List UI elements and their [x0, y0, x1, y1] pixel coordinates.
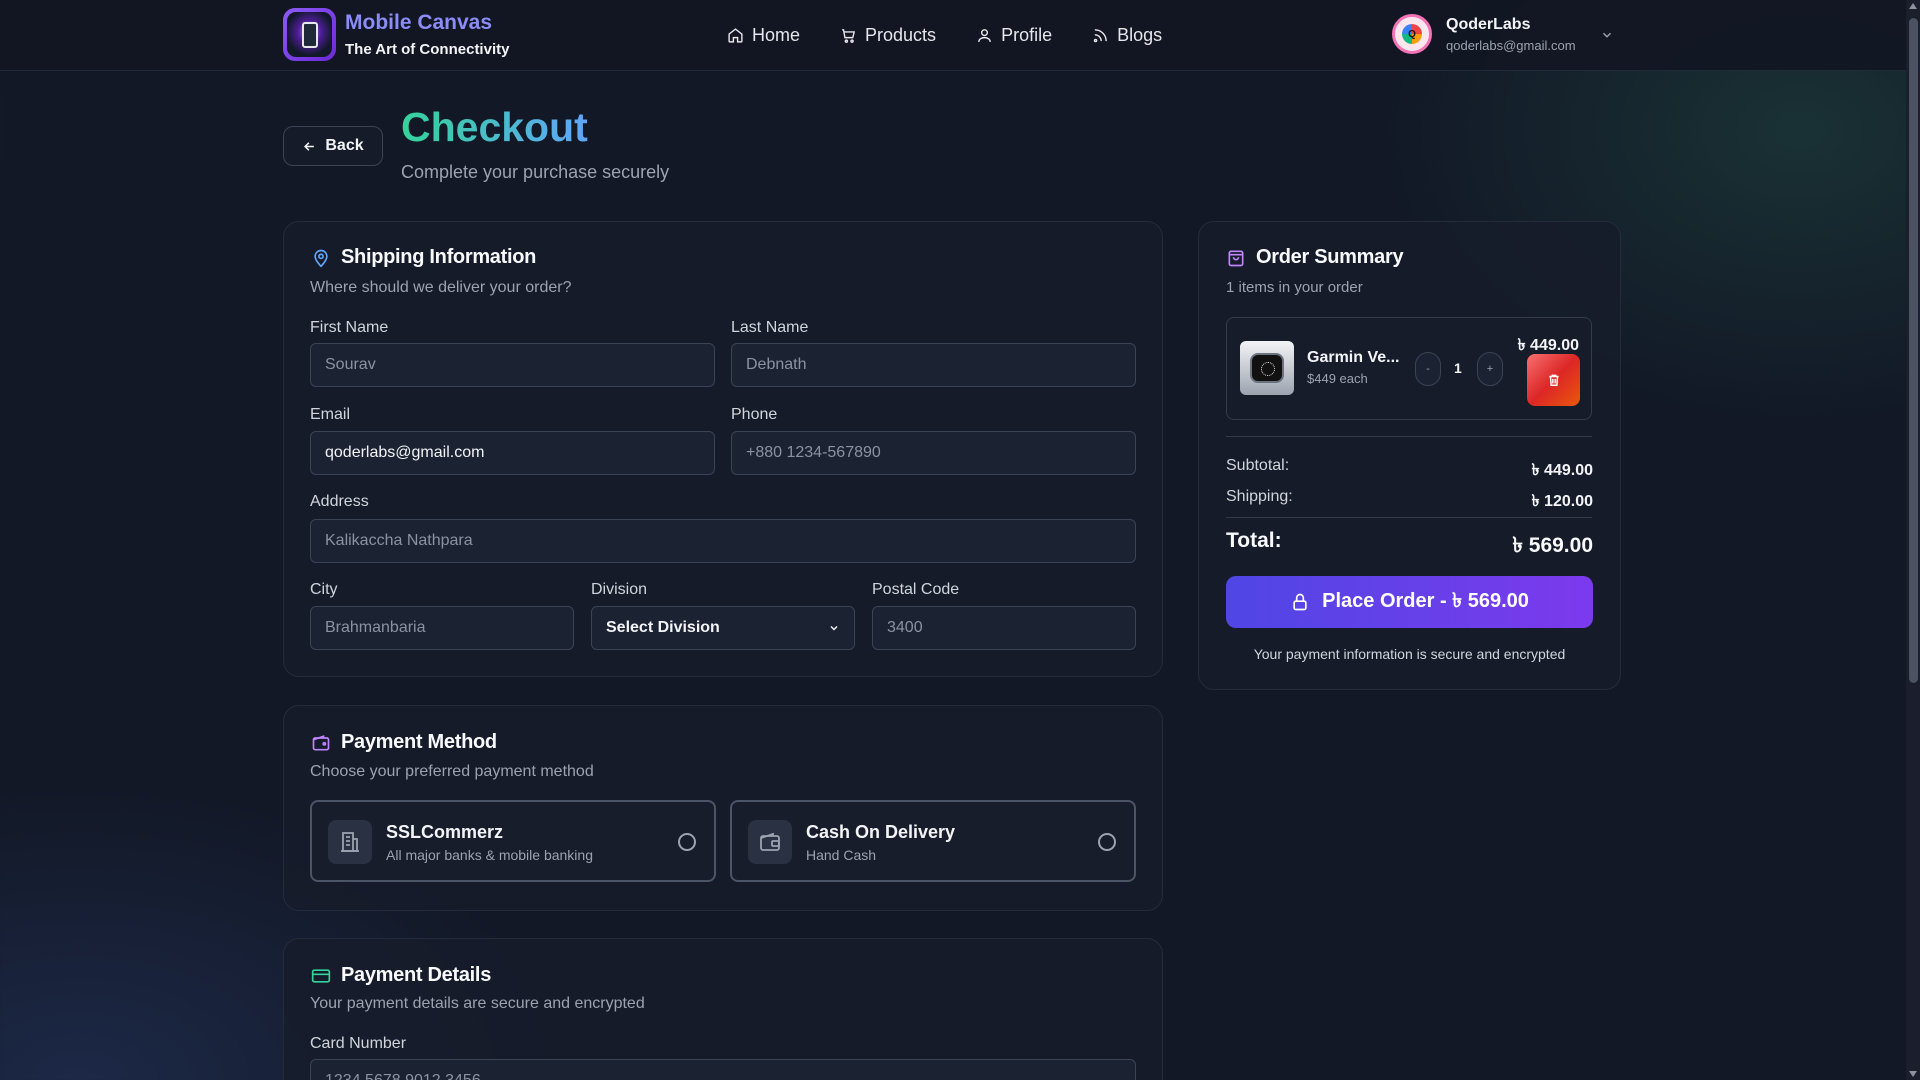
address-field[interactable]: [310, 519, 1136, 563]
scrollbar-thumb[interactable]: [1909, 18, 1918, 683]
total-value: ৳ 569.00: [1512, 534, 1593, 557]
product-name: Garmin Ve...: [1307, 349, 1400, 366]
product-image: [1240, 341, 1294, 395]
brand-tagline: The Art of Connectivity: [345, 41, 510, 58]
summary-divider: [1226, 436, 1592, 437]
last-name-field[interactable]: [731, 343, 1136, 387]
postal-label: Postal Code: [872, 581, 960, 598]
last-name-label: Last Name: [731, 319, 809, 336]
logo-phone-icon: [287, 12, 332, 57]
product-unit-price: $449 each: [1307, 371, 1368, 386]
lock-icon: [1293, 593, 1307, 611]
chevron-down-icon[interactable]: [1600, 28, 1614, 42]
payment-radio-cod[interactable]: [1098, 833, 1116, 851]
order-summary-title: Order Summary: [1256, 246, 1404, 268]
nav-home[interactable]: Home: [727, 22, 800, 48]
total-label: Total:: [1226, 529, 1282, 552]
email-field[interactable]: [310, 431, 715, 475]
card-number-label: Card Number: [310, 1035, 407, 1052]
back-button[interactable]: Back: [283, 126, 383, 166]
nav-blogs[interactable]: Blogs: [1092, 22, 1162, 48]
subtotal-value: ৳ 449.00: [1531, 462, 1593, 479]
nav-profile[interactable]: Profile: [976, 22, 1052, 48]
summary-divider: [1226, 517, 1592, 518]
payment-details-subtitle: Your payment details are secure and encr…: [310, 995, 645, 1012]
place-order-label: Place Order - ৳ 569.00: [1322, 589, 1529, 612]
avatar-letter: Q: [1402, 24, 1422, 44]
shipping-title: Shipping Information: [341, 246, 537, 268]
trash-icon: [1548, 374, 1559, 386]
address-label: Address: [310, 493, 369, 510]
payment-option-desc: Hand Cash: [806, 847, 877, 863]
wallet-icon: [312, 735, 330, 751]
payment-method-title: Payment Method: [341, 731, 497, 753]
city-label: City: [310, 581, 338, 598]
main-nav: Home Products Profile Blogs: [727, 22, 1202, 48]
division-selected: Select Division: [606, 619, 720, 636]
qty-value: 1: [1454, 360, 1462, 376]
city-field[interactable]: [310, 606, 574, 650]
payment-method-subtitle: Choose your preferred payment method: [310, 763, 594, 780]
bank-icon: [328, 820, 372, 864]
payment-option-sslcommerz[interactable]: SSLCommerz All major banks & mobile bank…: [310, 800, 716, 882]
payment-radio-sslcommerz[interactable]: [678, 833, 696, 851]
payment-option-title: Cash On Delivery: [806, 822, 956, 842]
credit-card-icon: [311, 969, 331, 983]
subtotal-label: Subtotal:: [1226, 457, 1290, 474]
division-label: Division: [591, 581, 648, 598]
user-name[interactable]: QoderLabs: [1446, 16, 1530, 34]
brand-logo[interactable]: [283, 8, 336, 61]
page-title: Checkout: [401, 104, 588, 150]
qty-increase-button[interactable]: +: [1477, 352, 1503, 386]
shipping-label: Shipping:: [1226, 488, 1293, 505]
phone-field[interactable]: [731, 431, 1136, 475]
home-icon: [728, 27, 743, 43]
nav-profile-label: Profile: [1001, 24, 1053, 45]
phone-label: Phone: [731, 406, 778, 423]
order-item-count: 1 items in your order: [1226, 279, 1363, 296]
first-name-field[interactable]: [310, 343, 715, 387]
nav-blogs-label: Blogs: [1117, 24, 1163, 45]
nav-products-label: Products: [865, 24, 937, 45]
payment-details-title: Payment Details: [341, 964, 492, 986]
shopping-bag-icon: [1228, 250, 1244, 267]
chevron-down-icon: [830, 625, 838, 631]
scroll-up-icon[interactable]: [1909, 3, 1917, 9]
cart-icon: [842, 28, 856, 43]
rss-icon: [1093, 28, 1107, 42]
payment-option-title: SSLCommerz: [386, 822, 504, 842]
page-subtitle: Complete your purchase securely: [401, 162, 670, 182]
qty-decrease-button[interactable]: -: [1415, 352, 1441, 386]
delete-item-button[interactable]: [1527, 354, 1580, 406]
user-icon: [978, 28, 991, 42]
first-name-label: First Name: [310, 319, 389, 336]
map-pin-icon: [314, 249, 328, 268]
scrollbar[interactable]: [1906, 0, 1920, 1080]
brand-name[interactable]: Mobile Canvas: [345, 11, 492, 35]
user-avatar[interactable]: Q: [1392, 14, 1432, 54]
top-navbar: Mobile Canvas The Art of Connectivity Ho…: [0, 0, 1906, 71]
arrow-left-icon: [304, 141, 315, 151]
email-label: Email: [310, 406, 351, 423]
secure-note: Your payment information is secure and e…: [1253, 646, 1566, 662]
payment-option-desc: All major banks & mobile banking: [386, 847, 593, 863]
wallet-icon: [748, 820, 792, 864]
cart-item: Garmin Ve... $449 each - 1 + ৳ 449.00: [1226, 317, 1592, 420]
place-order-button[interactable]: Place Order - ৳ 569.00: [1226, 576, 1593, 628]
division-select[interactable]: Select Division: [591, 606, 855, 650]
postal-code-field[interactable]: [872, 606, 1136, 650]
nav-products[interactable]: Products: [840, 22, 936, 48]
scroll-down-icon[interactable]: [1909, 1071, 1917, 1077]
payment-option-cod[interactable]: Cash On Delivery Hand Cash: [730, 800, 1136, 882]
user-email: qoderlabs@gmail.com: [1446, 38, 1576, 53]
card-number-field[interactable]: [310, 1059, 1136, 1080]
nav-home-label: Home: [752, 24, 801, 45]
back-label: Back: [325, 137, 364, 154]
shipping-value: ৳ 120.00: [1531, 493, 1593, 510]
shipping-subtitle: Where should we deliver your order?: [310, 279, 572, 296]
